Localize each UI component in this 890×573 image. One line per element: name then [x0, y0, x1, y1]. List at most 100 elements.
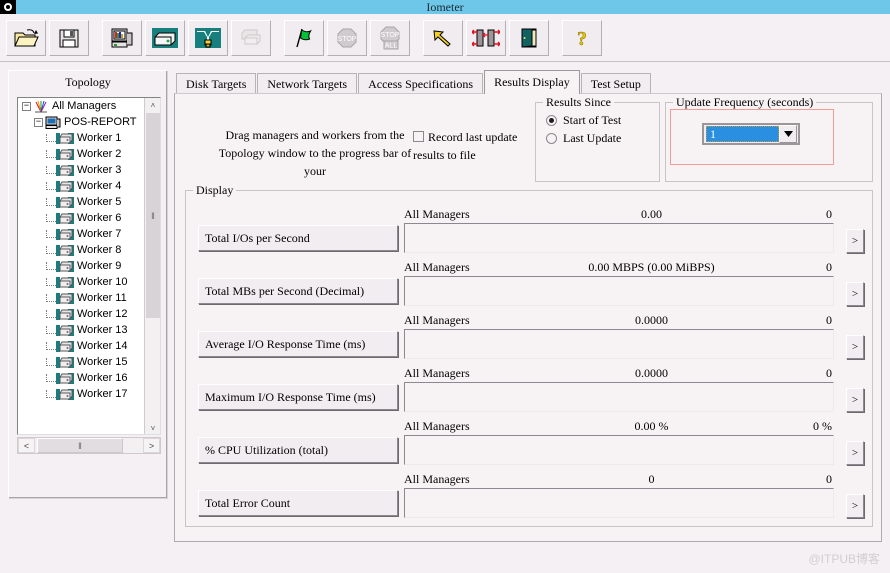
tree-label-worker: Worker 5	[77, 196, 122, 208]
swap-button[interactable]	[466, 19, 506, 56]
display-row: Average I/O Response Time (ms) All Manage…	[186, 311, 872, 365]
start-test-button[interactable]	[284, 19, 324, 56]
stop-all-button[interactable]: STOP ALL	[370, 19, 410, 56]
tree-horizontal-scrollbar[interactable]: < ‖ >	[17, 437, 161, 454]
new-manager-button[interactable]	[102, 19, 142, 56]
update-frequency-value[interactable]: 1	[706, 126, 779, 142]
disconnect-button[interactable]	[188, 19, 228, 56]
display-row-header: All Managers 0.0000 0	[404, 313, 834, 328]
tree-item-worker[interactable]: Worker 10	[18, 274, 145, 290]
tab-strip: Disk Targets Network Targets Access Specif…	[174, 70, 882, 94]
stop-test-icon: STOP	[337, 28, 357, 47]
radio-icon-selected[interactable]	[546, 115, 557, 126]
hscroll-thumb[interactable]: ‖	[37, 438, 123, 453]
display-row-label-button[interactable]: Maximum I/O Response Time (ms)	[198, 384, 398, 410]
save-button[interactable]	[49, 19, 89, 56]
display-row-header: All Managers 0.0000 0	[404, 366, 834, 381]
expander-minus-icon[interactable]: −	[34, 117, 43, 127]
tree-label-worker: Worker 13	[77, 324, 128, 336]
display-row-label-button[interactable]: Total Error Count	[198, 490, 398, 516]
tab-network-targets[interactable]: Network Targets	[257, 73, 358, 94]
tab-results-display[interactable]: Results Display	[484, 70, 580, 94]
record-results-checkbox[interactable]: Record last update results to file	[413, 128, 543, 164]
results-since-group: Results Since Start of Test Last Update	[535, 95, 660, 182]
display-row-label-button[interactable]: Total I/Os per Second	[198, 225, 398, 251]
scroll-thumb[interactable]: ‖	[146, 113, 160, 318]
display-row-expand-button[interactable]: >	[846, 388, 864, 412]
worker-icon	[56, 372, 74, 384]
display-row-expand-button[interactable]: >	[846, 335, 864, 359]
tree-item-all-managers[interactable]: − All Managers	[18, 98, 145, 114]
display-row-progress-bar[interactable]	[404, 488, 834, 518]
tab-disk-targets[interactable]: Disk Targets	[176, 73, 257, 94]
tree-vertical-scrollbar[interactable]: ˄ ‖ ˅	[144, 98, 160, 434]
update-frequency-combo[interactable]: 1	[702, 123, 800, 145]
tree-item-worker[interactable]: Worker 2	[18, 146, 145, 162]
expander-minus-icon[interactable]: −	[22, 101, 31, 111]
radio-start-of-test[interactable]: Start of Test	[546, 113, 659, 128]
tree-connector	[46, 278, 56, 286]
tree-item-worker[interactable]: Worker 7	[18, 226, 145, 242]
toolbar-separator-2	[274, 20, 284, 56]
display-row-label-button[interactable]: Total MBs per Second (Decimal)	[198, 278, 398, 304]
results-display-page: Drag managers and workers from the Topol…	[174, 93, 882, 542]
help-button[interactable]: ?	[562, 19, 602, 56]
scroll-left-arrow-icon[interactable]: <	[18, 438, 35, 453]
display-row-label-button[interactable]: % CPU Utilization (total)	[198, 437, 398, 463]
radio-last-update[interactable]: Last Update	[546, 131, 659, 146]
tab-test-setup[interactable]: Test Setup	[580, 73, 651, 94]
display-row-progress-bar[interactable]	[404, 382, 834, 412]
display-row-progress-bar[interactable]	[404, 276, 834, 306]
tree-item-worker[interactable]: Worker 6	[18, 210, 145, 226]
tree-label-worker: Worker 4	[77, 180, 122, 192]
scroll-down-arrow-icon[interactable]: ˅	[145, 421, 160, 434]
display-row-progress-bar[interactable]	[404, 223, 834, 253]
tree-item-worker[interactable]: Worker 11	[18, 290, 145, 306]
new-worker-button[interactable]	[145, 19, 185, 56]
tab-access-specifications[interactable]: Access Specifications	[358, 73, 484, 94]
toolbar-separator-4	[552, 20, 562, 56]
radio-icon[interactable]	[546, 133, 557, 144]
save-icon	[59, 29, 79, 47]
tree-item-manager[interactable]: − POS-REPORT	[18, 114, 145, 130]
open-button[interactable]	[6, 19, 46, 56]
tree-item-worker[interactable]: Worker 12	[18, 306, 145, 322]
tree-item-worker[interactable]: Worker 1	[18, 130, 145, 146]
start-test-icon	[296, 28, 312, 47]
display-row-progress-bar[interactable]	[404, 435, 834, 465]
reset-button[interactable]	[423, 19, 463, 56]
duplicate-worker-icon	[241, 29, 261, 44]
display-row-right-value: 0	[826, 260, 832, 274]
display-row-label-button[interactable]: Average I/O Response Time (ms)	[198, 331, 398, 357]
update-frequency-legend: Update Frequency (seconds)	[673, 95, 817, 110]
checkbox-box[interactable]	[413, 131, 424, 142]
display-row-expand-button[interactable]: >	[846, 441, 864, 465]
tree-item-worker[interactable]: Worker 3	[18, 162, 145, 178]
tree-item-worker[interactable]: Worker 8	[18, 242, 145, 258]
tree-item-worker[interactable]: Worker 14	[18, 338, 145, 354]
duplicate-worker-button[interactable]	[231, 19, 271, 56]
topology-tree[interactable]: − All Managers − POS-REPORT Worker 1 Wor…	[17, 97, 161, 435]
exit-button[interactable]	[509, 19, 549, 56]
tree-item-worker[interactable]: Worker 4	[18, 178, 145, 194]
tree-connector	[46, 294, 56, 302]
new-manager-icon	[111, 28, 133, 47]
stop-test-button[interactable]: STOP	[327, 19, 367, 56]
display-row-expand-button[interactable]: >	[846, 282, 864, 306]
display-row-progress-bar[interactable]	[404, 329, 834, 359]
tree-item-worker[interactable]: Worker 5	[18, 194, 145, 210]
display-row-expand-button[interactable]: >	[846, 229, 864, 253]
worker-icon	[56, 276, 74, 288]
all-managers-icon	[35, 100, 47, 112]
tree-item-worker[interactable]: Worker 15	[18, 354, 145, 370]
tree-item-worker[interactable]: Worker 16	[18, 370, 145, 386]
display-row-expand-button[interactable]: >	[846, 494, 864, 518]
display-row-value: 0.00 %	[634, 419, 669, 433]
tree-item-worker[interactable]: Worker 17	[18, 386, 145, 402]
tree-connector	[46, 358, 56, 366]
scroll-up-arrow-icon[interactable]: ˄	[145, 98, 160, 113]
tree-item-worker[interactable]: Worker 13	[18, 322, 145, 338]
chevron-down-icon[interactable]	[779, 125, 797, 143]
tree-item-worker[interactable]: Worker 9	[18, 258, 145, 274]
scroll-right-arrow-icon[interactable]: >	[143, 438, 160, 453]
